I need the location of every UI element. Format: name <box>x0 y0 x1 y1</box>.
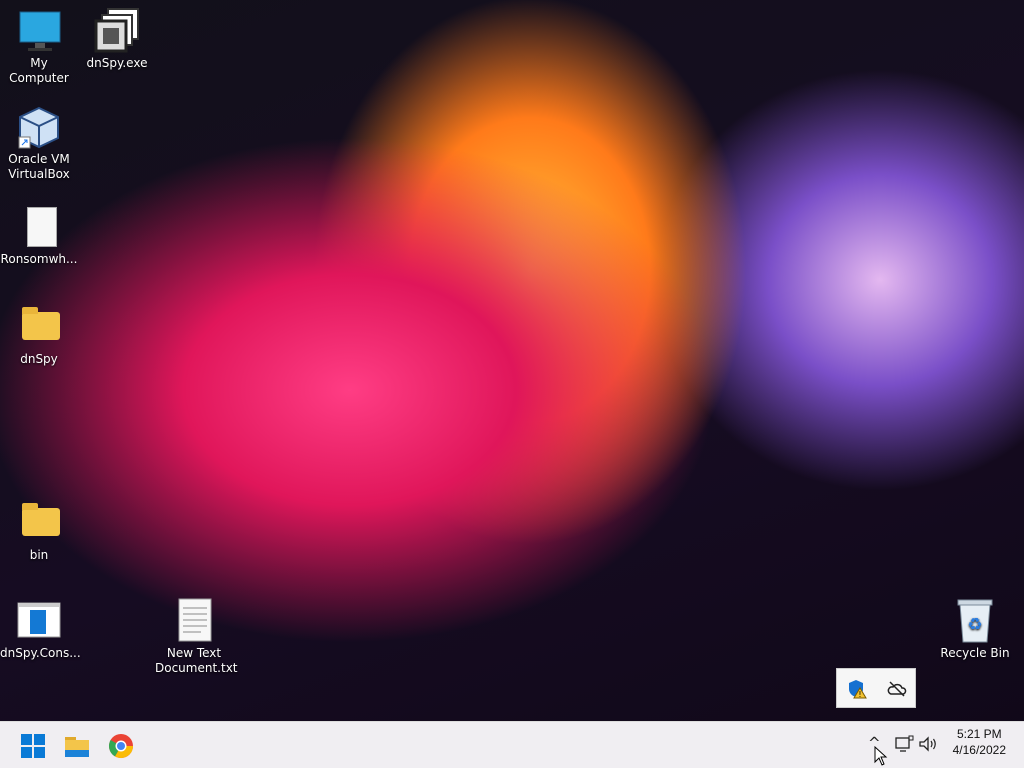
recycle-bin-icon: ♻ <box>952 598 998 644</box>
chrome-button[interactable] <box>106 731 136 761</box>
text-file-icon <box>171 598 217 644</box>
icon-label: Ronsomwh... <box>0 252 78 266</box>
document-icon <box>16 204 62 250</box>
network-icon[interactable] <box>894 735 914 753</box>
folder-icon <box>16 500 62 546</box>
mouse-cursor-icon <box>874 746 888 766</box>
clock[interactable]: 5:21 PM 4/16/2022 <box>953 726 1006 758</box>
desktop-icon-recycle-bin[interactable]: ♻ Recycle Bin <box>936 598 1014 661</box>
desktop-icon-dnspy-folder[interactable]: dnSpy <box>0 304 78 367</box>
desktop-icon-my-computer[interactable]: My Computer <box>0 8 78 86</box>
icon-label: dnSpy <box>20 352 58 366</box>
console-app-icon <box>16 598 62 644</box>
icon-label: New Text Document.txt <box>155 646 238 675</box>
desktop-icon-bin-folder[interactable]: bin <box>0 500 78 563</box>
file-explorer-button[interactable] <box>62 731 92 761</box>
icon-label: My Computer <box>9 56 69 85</box>
monitor-icon <box>16 8 62 54</box>
window-stack-icon <box>94 8 140 54</box>
desktop-icon-virtualbox[interactable]: Oracle VM VirtualBox <box>0 104 78 182</box>
desktop-icon-new-text-document[interactable]: New Text Document.txt <box>155 598 238 676</box>
volume-icon[interactable] <box>918 735 938 753</box>
icon-label: Oracle VM VirtualBox <box>8 152 70 181</box>
clock-date: 4/16/2022 <box>952 743 1006 757</box>
onedrive-offline-icon[interactable] <box>887 679 907 699</box>
tray-overflow-popup: ! <box>836 668 916 708</box>
start-button[interactable] <box>18 731 48 761</box>
svg-text:!: ! <box>858 690 861 699</box>
clock-time: 5:21 PM <box>956 727 1002 741</box>
desktop-icon-dnspy-exe[interactable]: dnSpy.exe <box>78 8 156 71</box>
desktop-icon-dnspy-console[interactable]: dnSpy.Cons... <box>0 598 81 661</box>
svg-text:♻: ♻ <box>967 615 982 635</box>
desktop-icon-ronsomwh[interactable]: Ronsomwh... <box>0 204 78 267</box>
folder-icon <box>16 304 62 350</box>
icon-label: Recycle Bin <box>940 646 1010 660</box>
icon-label: dnSpy.Cons... <box>0 646 81 660</box>
windows-security-warning-icon[interactable]: ! <box>847 679 867 699</box>
icon-label: dnSpy.exe <box>86 56 148 70</box>
icon-label: bin <box>29 548 49 562</box>
virtualbox-icon <box>16 104 62 150</box>
